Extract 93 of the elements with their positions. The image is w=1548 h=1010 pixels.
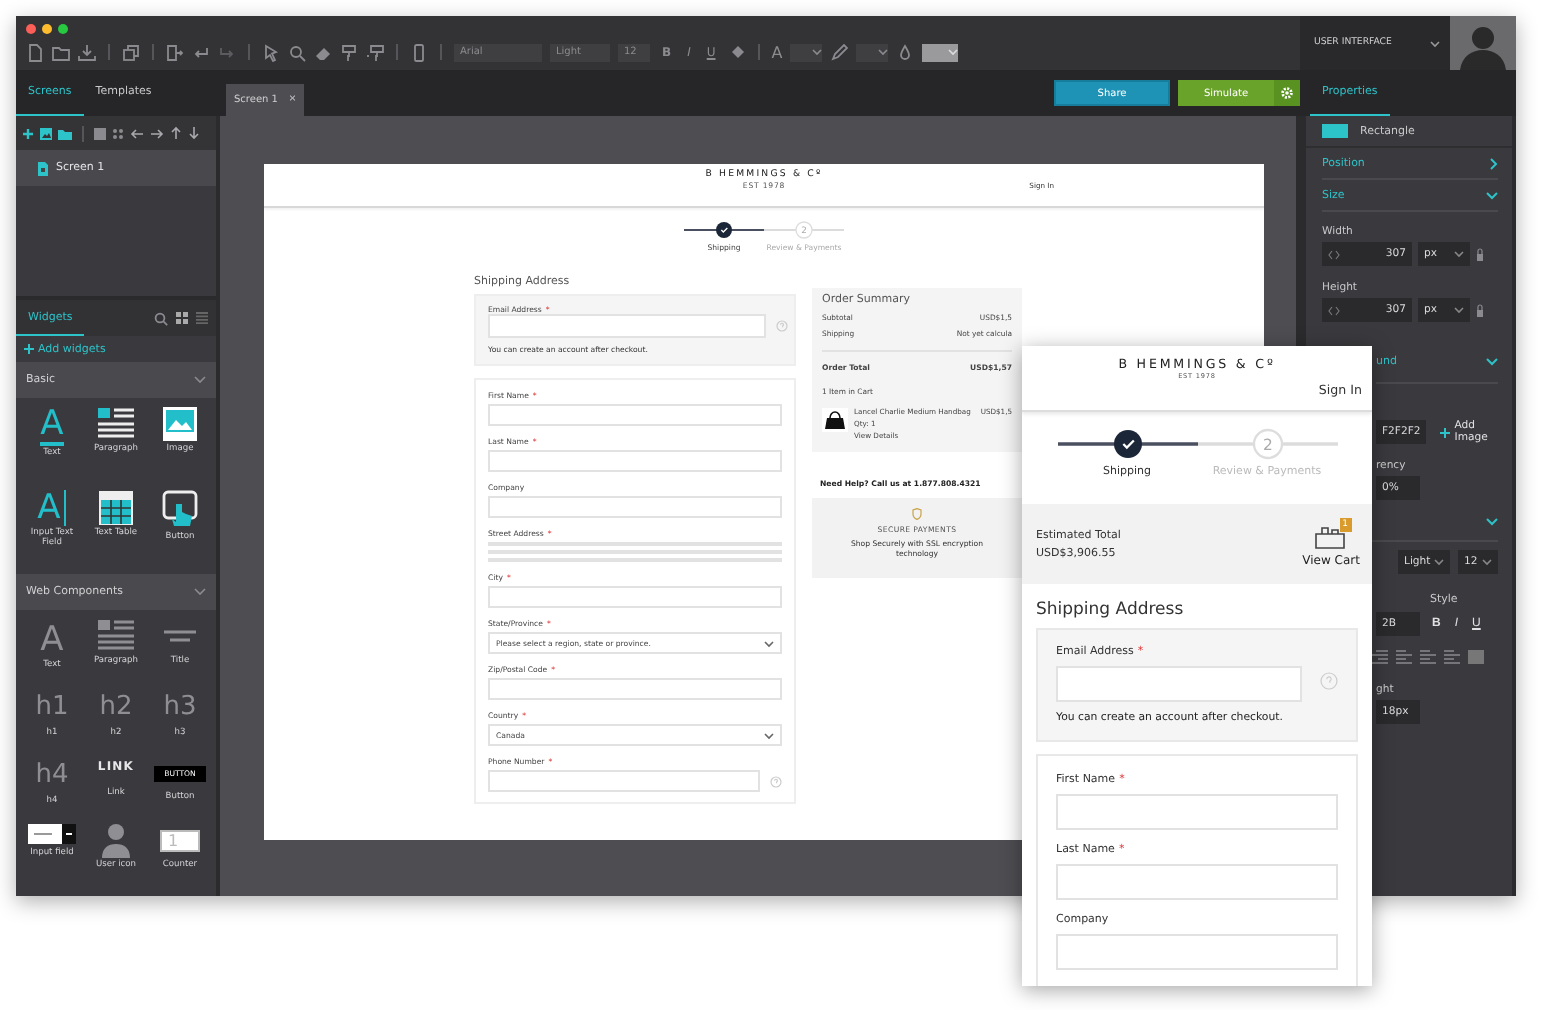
resize-arrows-icon: [1328, 305, 1340, 315]
align-justify-icon[interactable]: [1444, 649, 1460, 663]
download-icon[interactable]: [78, 43, 96, 61]
folder-icon[interactable]: [58, 127, 72, 139]
settings-icon[interactable]: [1280, 86, 1294, 100]
search-icon[interactable]: [154, 311, 168, 325]
chevron-down-icon[interactable]: [1486, 517, 1498, 525]
chevron-down-icon[interactable]: [1486, 357, 1498, 365]
image-icon[interactable]: [40, 127, 52, 139]
text-field[interactable]: [1056, 666, 1302, 702]
text-field[interactable]: [488, 450, 782, 472]
copy-icon[interactable]: [122, 43, 140, 61]
text-field[interactable]: [488, 770, 760, 792]
shield-icon: [912, 508, 922, 520]
caret-icon: [1454, 306, 1464, 314]
image-widget-icon[interactable]: [162, 406, 198, 442]
bags-icon[interactable]: [1313, 521, 1346, 549]
grid-icon[interactable]: [94, 127, 106, 139]
caret-icon: [1454, 250, 1464, 258]
table-widget-icon[interactable]: [98, 490, 134, 526]
caret-icon: [812, 48, 823, 56]
list-view-icon[interactable]: [196, 312, 208, 324]
dots-grid-icon[interactable]: [112, 127, 124, 139]
heading-widget-glyph[interactable]: h2: [99, 686, 133, 726]
handbag-icon: [822, 408, 848, 432]
heading-widget-glyph[interactable]: h4: [35, 754, 69, 794]
close-button[interactable]: [26, 24, 36, 34]
chevron-down-icon[interactable]: [194, 588, 206, 596]
text-color-button[interactable]: A: [771, 43, 783, 61]
arrow-down-icon[interactable]: [188, 126, 200, 140]
zoom-button[interactable]: [58, 24, 68, 34]
align-right-icon[interactable]: [1372, 649, 1388, 663]
text-field[interactable]: [1056, 864, 1338, 900]
section-heading: Shipping Address: [1034, 598, 1186, 624]
text-widget-glyph[interactable]: A: [40, 618, 64, 658]
settings-button[interactable]: [1274, 80, 1300, 106]
avatar[interactable]: [1450, 16, 1516, 70]
caret-icon: [878, 48, 889, 56]
grid-view-icon[interactable]: [176, 312, 188, 324]
eraser-icon[interactable]: [314, 43, 332, 61]
text-color-dropdown[interactable]: [790, 43, 823, 61]
text-field[interactable]: [488, 496, 782, 518]
text-field[interactable]: [488, 404, 782, 426]
lock-icon[interactable]: [1476, 247, 1484, 261]
chevron-down-icon[interactable]: [1486, 191, 1498, 199]
phone-icon[interactable]: [410, 43, 428, 61]
caret-icon: [1482, 558, 1492, 566]
align-center-icon[interactable]: [1420, 649, 1436, 663]
new-file-icon[interactable]: [26, 43, 44, 61]
chevron-right-icon[interactable]: [1490, 157, 1498, 169]
drop-icon[interactable]: [896, 43, 915, 61]
lock-icon[interactable]: [1476, 303, 1484, 317]
align-left-icon[interactable]: [1396, 649, 1412, 663]
text-widget-glyph[interactable]: A: [40, 406, 64, 446]
button-widget-icon[interactable]: [162, 490, 198, 530]
arrow-left-icon[interactable]: [130, 127, 144, 139]
caret-icon: [764, 639, 774, 647]
caret-icon: [764, 731, 774, 739]
minimize-button[interactable]: [42, 24, 52, 34]
line-color-dropdown[interactable]: [856, 43, 889, 61]
page-icon: [38, 161, 48, 175]
paint-roller-icon[interactable]: [366, 43, 384, 61]
paragraph-widget-icon[interactable]: [96, 406, 136, 442]
heading-widget-glyph[interactable]: h1: [35, 686, 69, 726]
chevron-down-icon[interactable]: [194, 376, 206, 384]
arrow-up-icon[interactable]: [170, 126, 182, 140]
pencil-icon[interactable]: [830, 43, 849, 61]
add-icon[interactable]: [1440, 427, 1451, 437]
export-icon[interactable]: [166, 43, 184, 61]
arrow-right-icon[interactable]: [150, 127, 164, 139]
user-widget-icon[interactable]: [102, 822, 130, 858]
caret-icon: [1434, 558, 1444, 566]
text-field[interactable]: [1056, 794, 1338, 830]
paint-roller-icon[interactable]: [340, 43, 358, 61]
text-field[interactable]: [488, 314, 766, 338]
fill-color-dropdown[interactable]: [922, 43, 959, 61]
heading-widget-glyph[interactable]: h3: [163, 686, 197, 726]
resize-arrows-icon: [1328, 249, 1340, 259]
caret-icon: [948, 48, 959, 56]
fill-icon[interactable]: [727, 43, 746, 61]
shape-swatch: [1322, 124, 1348, 138]
pointer-icon[interactable]: [262, 43, 280, 61]
add-icon[interactable]: [24, 344, 34, 354]
text-field[interactable]: [1056, 934, 1338, 970]
search-icon[interactable]: [288, 43, 306, 61]
caret-icon: [1430, 39, 1440, 47]
input-widget-glyph[interactable]: A: [37, 490, 67, 526]
undo-icon[interactable]: [192, 43, 210, 61]
input-field-widget-icon[interactable]: [28, 822, 76, 846]
add-icon[interactable]: [22, 127, 34, 139]
text-field[interactable]: [488, 586, 782, 608]
folder-icon[interactable]: [52, 43, 70, 61]
text-field[interactable]: [488, 678, 782, 700]
